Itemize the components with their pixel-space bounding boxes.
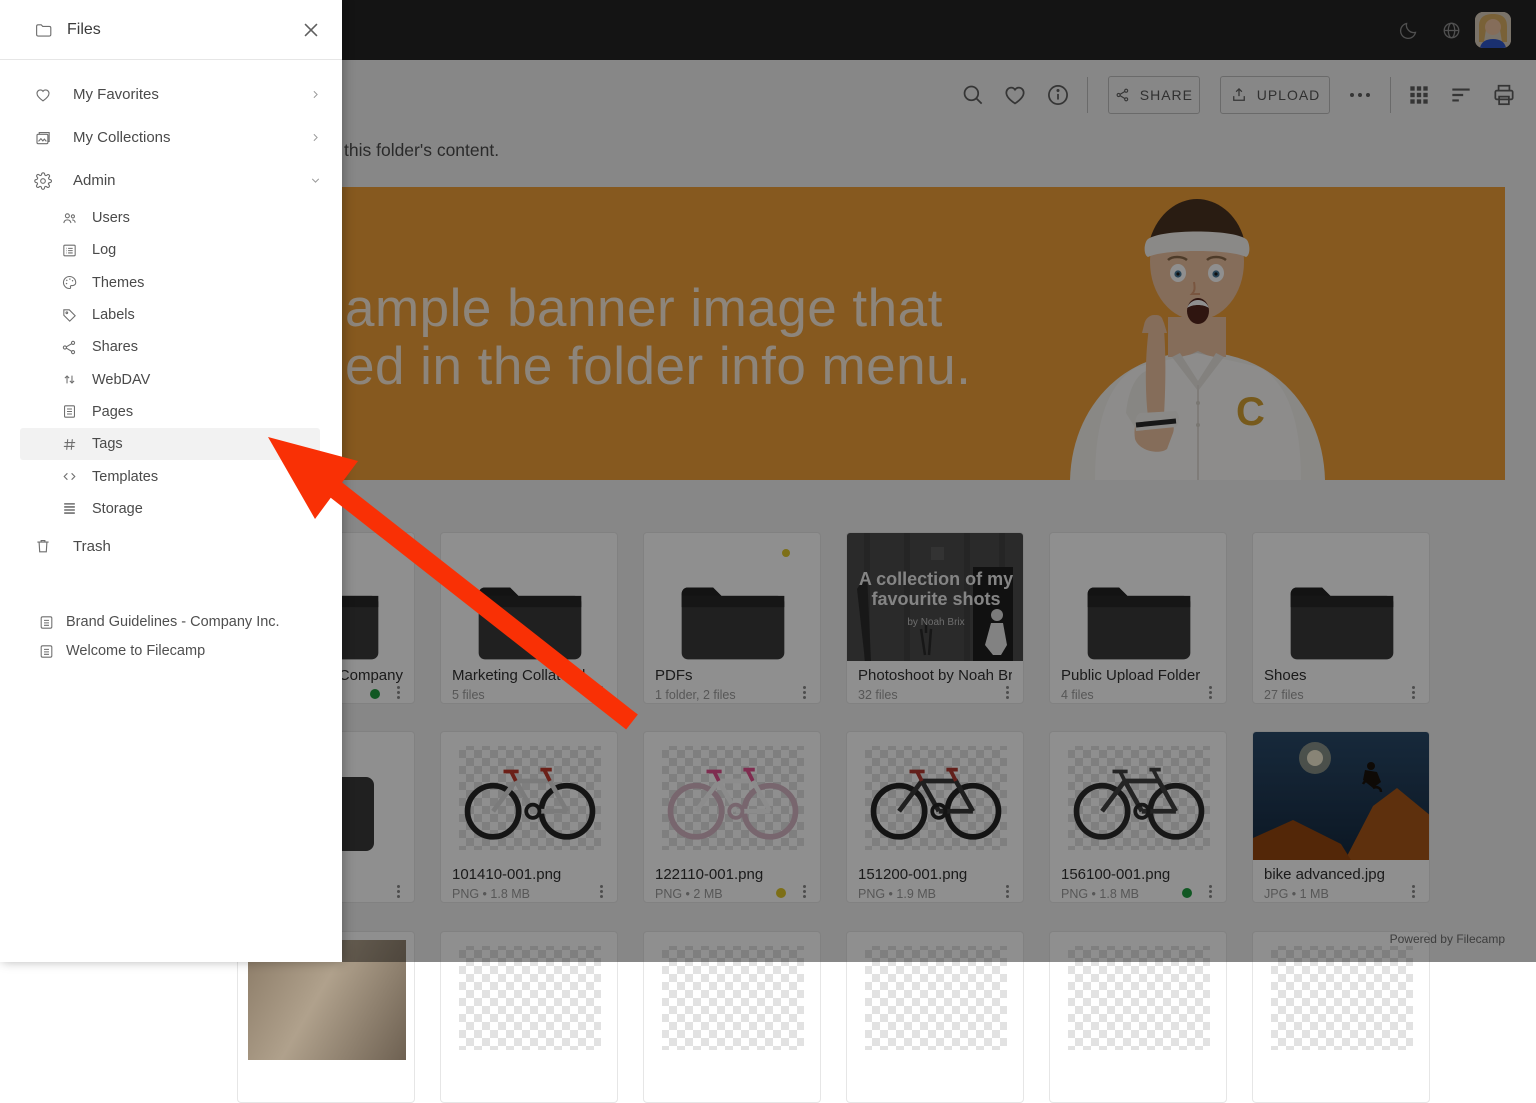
sidebar-item-tags[interactable]: Tags — [20, 428, 320, 460]
drawer-header: Files — [0, 0, 342, 60]
sidebar-item-labels[interactable]: Labels — [20, 299, 320, 331]
sidebar-item-users[interactable]: Users — [20, 202, 320, 234]
hash-icon — [61, 436, 78, 453]
link-brand-guidelines[interactable]: Brand Guidelines - Company Inc. — [0, 608, 342, 637]
gear-icon — [34, 172, 52, 190]
up-down-arrows-icon — [61, 371, 78, 388]
trash-icon — [34, 537, 52, 555]
sidebar-item-my-collections[interactable]: My Collections — [0, 116, 342, 159]
sidebar-item-themes[interactable]: Themes — [20, 267, 320, 299]
drawer-title: Files — [67, 21, 300, 39]
code-brackets-icon — [61, 468, 78, 485]
sidebar-item-pages[interactable]: Pages — [20, 396, 320, 428]
chevron-right-icon — [309, 88, 322, 101]
users-icon — [61, 210, 78, 227]
palette-icon — [61, 274, 78, 291]
heart-icon — [34, 86, 52, 104]
files-navigation-drawer: Files My Favorites My Collections — [0, 0, 342, 962]
storage-stack-icon — [61, 500, 78, 517]
document-icon — [38, 614, 55, 631]
share-icon — [61, 339, 78, 356]
sidebar-item-webdav[interactable]: WebDAV — [20, 363, 320, 395]
sidebar-item-log[interactable]: Log — [20, 234, 320, 266]
folder-icon — [34, 21, 52, 39]
collections-icon — [34, 129, 52, 147]
drawer-nav: My Favorites My Collections Admin — [0, 60, 342, 666]
sidebar-item-storage[interactable]: Storage — [20, 493, 320, 525]
chevron-right-icon — [309, 131, 322, 144]
page-icon — [61, 403, 78, 420]
sidebar-item-my-favorites[interactable]: My Favorites — [0, 73, 342, 116]
sidebar-item-templates[interactable]: Templates — [20, 460, 320, 492]
tag-icon — [61, 307, 78, 324]
link-welcome-to-filecamp[interactable]: Welcome to Filecamp — [0, 637, 342, 666]
close-icon[interactable] — [300, 19, 322, 41]
sidebar-item-trash[interactable]: Trash — [0, 525, 342, 568]
drawer-links: Brand Guidelines - Company Inc. Welcome … — [0, 608, 342, 666]
log-icon — [61, 242, 78, 259]
sidebar-item-admin[interactable]: Admin — [0, 159, 342, 202]
sidebar-item-shares[interactable]: Shares — [20, 331, 320, 363]
chevron-down-icon — [309, 174, 322, 187]
document-icon — [38, 643, 55, 660]
